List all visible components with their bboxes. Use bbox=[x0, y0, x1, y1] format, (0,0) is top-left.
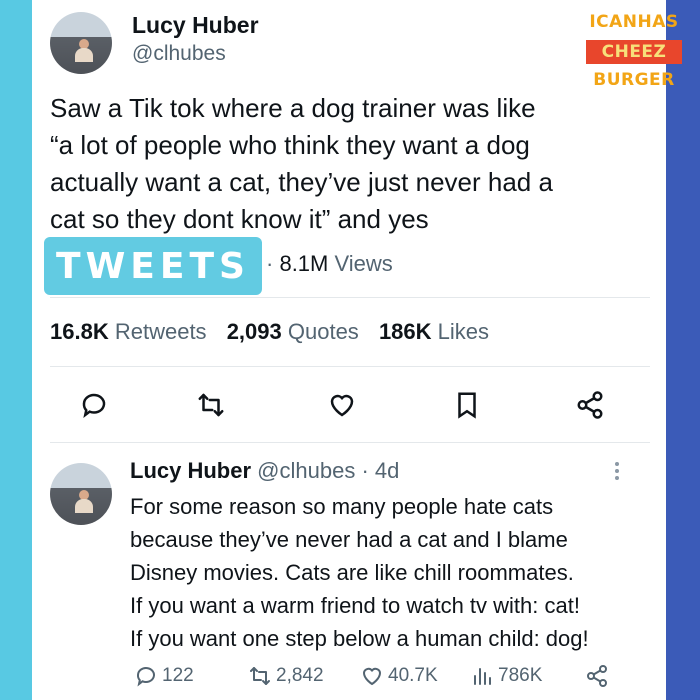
reply-time[interactable]: · 4d bbox=[361, 458, 399, 483]
reply-author-handle[interactable]: @clhubes bbox=[257, 458, 355, 483]
logo-line-3: BURGER bbox=[593, 70, 675, 90]
views-count: 8.1M bbox=[279, 251, 329, 276]
reply-icon bbox=[137, 667, 155, 687]
likes-count[interactable]: 186K bbox=[379, 319, 432, 344]
main-tweet-text: Saw a Tik tok where a dog trainer was li… bbox=[50, 93, 553, 234]
reply-replies-button[interactable]: 122 bbox=[134, 664, 194, 688]
reply-retweets-button[interactable]: 2,842 bbox=[248, 664, 324, 688]
main-avatar[interactable] bbox=[50, 12, 112, 74]
reply-retweets-count: 2,842 bbox=[276, 665, 324, 686]
views-line: · 8.1M Views bbox=[266, 251, 393, 276]
divider bbox=[50, 366, 650, 367]
reply-share-button[interactable] bbox=[585, 664, 609, 688]
right-border bbox=[666, 0, 700, 700]
like-icon bbox=[362, 667, 382, 686]
bookmark-icon[interactable] bbox=[452, 390, 482, 420]
reply-views-count: 786K bbox=[498, 665, 543, 686]
like-icon[interactable] bbox=[327, 390, 357, 420]
quotes-count[interactable]: 2,093 bbox=[227, 319, 282, 344]
reply-icon[interactable] bbox=[79, 390, 109, 420]
likes-label[interactable]: Likes bbox=[438, 319, 489, 344]
divider bbox=[50, 297, 650, 298]
views-label: Views bbox=[334, 251, 393, 276]
main-author-name[interactable]: Lucy Huber bbox=[132, 12, 259, 39]
divider bbox=[50, 442, 650, 443]
reply-replies-count: 122 bbox=[162, 665, 194, 686]
retweets-count[interactable]: 16.8K bbox=[50, 319, 109, 344]
reply-avatar[interactable] bbox=[50, 463, 112, 525]
left-border bbox=[0, 0, 32, 700]
reply-author-name[interactable]: Lucy Huber bbox=[130, 458, 251, 483]
tweets-overlay-label: TWEETS bbox=[44, 237, 262, 295]
share-icon[interactable] bbox=[575, 390, 605, 420]
quotes-label[interactable]: Quotes bbox=[288, 319, 359, 344]
retweet-icon bbox=[250, 667, 270, 685]
engagement-stats: 16.8K Retweets 2,093 Quotes 186K Likes bbox=[50, 319, 503, 345]
reply-views-button[interactable]: 786K bbox=[470, 664, 542, 688]
logo-line-1: ICANHAS bbox=[589, 12, 679, 32]
main-author-handle[interactable]: @clhubes bbox=[132, 42, 226, 66]
views-icon bbox=[474, 668, 491, 685]
retweets-label[interactable]: Retweets bbox=[115, 319, 207, 344]
logo-line-2: CHEEZ bbox=[586, 40, 682, 64]
share-icon bbox=[587, 665, 607, 687]
reply-likes-count: 40.7K bbox=[388, 665, 438, 686]
icanhascheezburger-logo: ICANHAS CHEEZ BURGER bbox=[586, 8, 682, 98]
reply-header: Lucy Huber @clhubes · 4d bbox=[130, 458, 399, 484]
reply-tweet-text: For some reason so many people hate cats… bbox=[130, 494, 589, 651]
more-options-icon[interactable] bbox=[614, 462, 620, 483]
retweet-icon[interactable] bbox=[196, 390, 226, 420]
reply-likes-button[interactable]: 40.7K bbox=[360, 664, 438, 688]
